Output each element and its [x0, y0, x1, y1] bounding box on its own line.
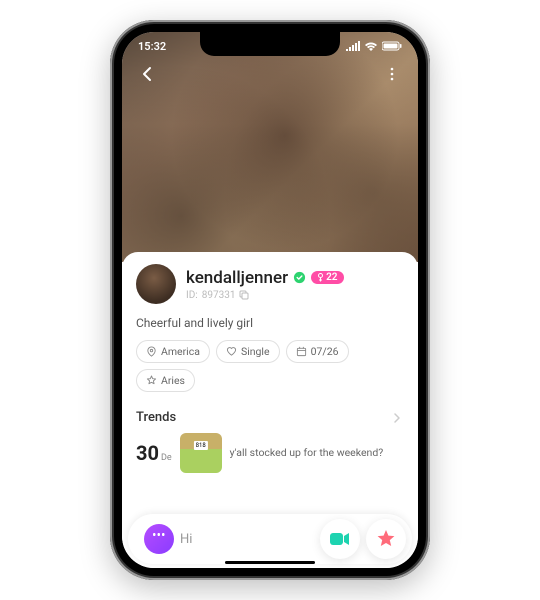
wifi-icon [364, 41, 378, 51]
calendar-icon [296, 346, 307, 357]
heart-icon [226, 346, 237, 357]
say-hi-button[interactable]: Hi [134, 518, 314, 560]
tag-zodiac-label: Aries [161, 374, 185, 387]
tag-list: America Single 07/26 Aries [136, 340, 404, 392]
top-nav [122, 62, 418, 86]
location-icon [146, 346, 157, 357]
tag-location[interactable]: America [136, 340, 210, 363]
profile-header: kendalljenner 22 ID: 897331 [136, 264, 404, 304]
id-row: ID: 897331 [186, 290, 344, 301]
verified-icon [293, 271, 306, 284]
age-badge: 22 [311, 271, 343, 284]
copy-icon[interactable] [239, 290, 249, 300]
profile-hero-photo[interactable] [122, 32, 418, 262]
female-icon [317, 273, 324, 282]
name-row: kendalljenner 22 [186, 268, 344, 288]
trend-day: 30 [136, 441, 159, 465]
video-call-button[interactable] [320, 519, 360, 559]
action-bar: Hi [128, 514, 412, 564]
id-value: 897331 [202, 290, 236, 301]
username: kendalljenner [186, 268, 288, 288]
trend-date: 30 De [136, 441, 172, 465]
back-button[interactable] [136, 62, 160, 86]
video-icon [329, 531, 351, 547]
profile-content: kendalljenner 22 ID: 897331 Cheerful an [122, 252, 418, 568]
trends-title: Trends [136, 410, 176, 425]
trend-text: y'all stocked up for the weekend? [230, 446, 404, 460]
avatar[interactable] [136, 264, 176, 304]
status-time: 15:32 [138, 40, 166, 53]
trend-month: De [161, 453, 172, 463]
tag-location-label: America [161, 345, 200, 358]
chat-icon [144, 524, 174, 554]
tag-birthday[interactable]: 07/26 [286, 340, 349, 363]
more-button[interactable] [380, 62, 404, 86]
star-fill-icon [375, 528, 397, 550]
signal-icon [346, 41, 360, 51]
battery-icon [382, 41, 402, 51]
trend-thumbnail [180, 433, 222, 473]
notch [200, 32, 340, 56]
more-vertical-icon [384, 66, 400, 82]
id-label: ID: [186, 290, 198, 301]
favorite-button[interactable] [366, 519, 406, 559]
age-value: 22 [326, 272, 337, 283]
phone-frame: 15:32 kendalljenn [110, 20, 430, 580]
tag-birthday-label: 07/26 [311, 345, 339, 358]
back-arrow-icon [138, 64, 158, 84]
chevron-right-icon [392, 412, 402, 424]
star-icon [146, 375, 157, 386]
trends-header[interactable]: Trends [136, 410, 404, 425]
tag-relationship-label: Single [241, 345, 270, 358]
bio-text: Cheerful and lively girl [136, 316, 404, 330]
home-indicator[interactable] [225, 561, 315, 564]
screen: 15:32 kendalljenn [122, 32, 418, 568]
tag-relationship[interactable]: Single [216, 340, 280, 363]
status-indicators [346, 41, 402, 51]
hi-label: Hi [180, 532, 192, 547]
tag-zodiac[interactable]: Aries [136, 369, 195, 392]
trend-item[interactable]: 30 De y'all stocked up for the weekend? [136, 433, 404, 473]
